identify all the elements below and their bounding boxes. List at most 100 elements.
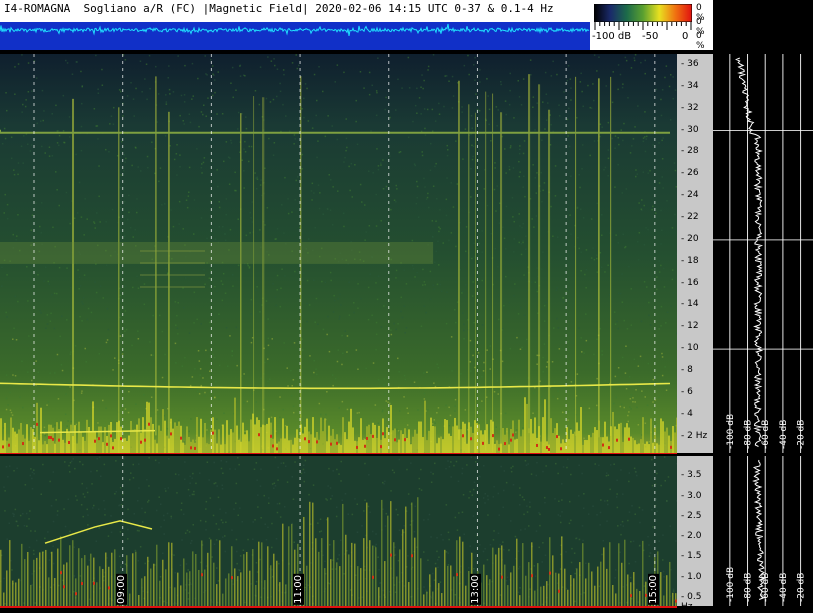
noise-speck: [226, 365, 229, 367]
noise-speck: [533, 392, 535, 394]
lf-activity: [672, 425, 674, 453]
noise-speck: [186, 206, 189, 209]
noise-speck: [119, 267, 122, 270]
noise-speck: [542, 251, 544, 253]
noise-speck: [583, 352, 585, 354]
noise-speck: [293, 342, 296, 344]
hot-spot: [512, 433, 514, 437]
noise-speck: [294, 138, 296, 140]
lf-activity: [372, 422, 374, 453]
noise-speck: [446, 144, 448, 147]
noise-speck: [254, 172, 256, 174]
noise-speck: [425, 198, 428, 200]
noise-speck: [563, 91, 565, 93]
noise-speck: [255, 187, 258, 190]
noise-speck: [99, 221, 101, 223]
noise-speck: [644, 150, 647, 153]
noise-speck: [27, 91, 30, 93]
noise-speck: [149, 87, 151, 90]
noise-speck: [661, 89, 664, 91]
noise-speck: [10, 411, 13, 414]
noise-speck: [182, 120, 184, 122]
noise-speck: [408, 87, 411, 89]
noise-speck: [176, 327, 179, 329]
noise-speck: [203, 269, 205, 271]
noise-speck: [661, 356, 664, 358]
noise-speck: [496, 380, 498, 382]
noise-speck: [93, 221, 95, 223]
noise-speck: [291, 211, 293, 213]
noise-speck: [191, 376, 194, 378]
noise-speck: [601, 126, 603, 128]
noise-speck: [139, 287, 141, 289]
noise-speck: [313, 371, 315, 374]
noise-speck: [58, 204, 60, 207]
noise-speck: [544, 128, 546, 130]
hot-spot: [482, 441, 484, 445]
lf-activity: [322, 431, 324, 453]
noise-speck: [661, 176, 663, 178]
noise-speck: [328, 174, 330, 176]
freq-tick-label: - 10: [681, 343, 699, 354]
noise-speck: [440, 290, 443, 293]
db-tick-label: -20 dB: [797, 573, 807, 602]
lf-activity: [64, 442, 66, 453]
noise-speck: [3, 212, 5, 214]
noise-speck: [418, 97, 421, 99]
noise-speck: [349, 189, 351, 192]
noise-speck: [479, 409, 481, 411]
noise-speck: [231, 350, 233, 352]
noise-speck: [14, 295, 17, 298]
noise-speck: [642, 140, 645, 143]
noise-speck: [269, 101, 272, 103]
noise-speck: [250, 313, 252, 315]
noise-speck: [109, 123, 111, 125]
noise-speck: [150, 354, 153, 356]
noise-speck: [463, 388, 466, 390]
noise-speck: [245, 234, 248, 237]
noise-speck: [515, 431, 517, 434]
noise-speck: [338, 318, 340, 320]
lf-activity: [468, 422, 470, 453]
lf-activity: [268, 417, 270, 453]
lf-activity: [496, 440, 498, 453]
noise-speck: [619, 73, 622, 76]
noise-speck: [455, 321, 457, 324]
noise-speck: [427, 192, 429, 195]
noise-speck: [156, 409, 159, 411]
noise-speck: [633, 358, 636, 361]
noise-speck: [12, 385, 15, 388]
hot-spot: [316, 440, 318, 444]
lf-activity: [638, 443, 640, 453]
noise-speck: [80, 125, 83, 128]
noise-speck: [112, 123, 115, 125]
noise-speck: [12, 338, 14, 340]
noise-speck: [14, 66, 16, 68]
noise-speck: [216, 290, 218, 293]
noise-speck: [339, 293, 341, 296]
noise-speck: [448, 80, 450, 82]
noise-speck: [183, 307, 185, 309]
noise-speck: [79, 285, 82, 287]
noise-speck: [613, 402, 615, 405]
noise-speck: [235, 326, 237, 329]
noise-speck: [47, 280, 49, 283]
noise-speck: [498, 222, 501, 224]
noise-speck: [363, 437, 365, 440]
noise-speck: [442, 242, 444, 244]
noise-speck: [57, 130, 60, 132]
noise-speck: [102, 297, 104, 299]
lf-activity: [412, 436, 414, 453]
noise-speck: [436, 363, 438, 366]
noise-speck: [334, 377, 337, 380]
noise-speck: [615, 234, 617, 236]
noise-speck: [431, 236, 434, 238]
noise-speck: [214, 238, 217, 240]
noise-speck: [513, 238, 515, 240]
noise-speck: [607, 174, 609, 177]
noise-speck: [313, 73, 316, 76]
hot-spot: [148, 422, 150, 426]
db-tick-label: -100 dB: [726, 567, 736, 602]
noise-speck: [259, 229, 261, 231]
lf-activity: [208, 444, 210, 453]
